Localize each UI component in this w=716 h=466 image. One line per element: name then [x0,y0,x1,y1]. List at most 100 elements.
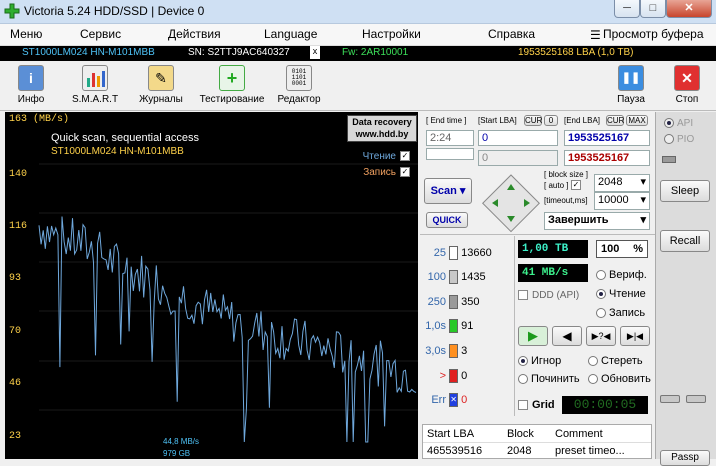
start-lba-field-2[interactable]: 0 [478,150,558,166]
auto-checkbox[interactable]: ✓ [571,180,581,190]
direction-pad[interactable] [480,172,542,234]
menu-buffer-view[interactable]: Просмотр буфера [603,27,704,41]
pio-radio[interactable] [664,134,674,145]
stop-button[interactable]: ✕ Стоп [656,65,716,109]
api-radio[interactable] [664,118,674,129]
y-tick-label: 140 [9,169,28,180]
end-lba-field-2[interactable]: 1953525167 [564,150,650,166]
logs-button[interactable]: ✎ Журналы [130,65,192,109]
action-fix[interactable]: Починить [518,373,580,385]
pio-option[interactable]: PIO [664,134,694,145]
menu-help[interactable]: Справка [488,27,535,41]
info-icon: i [18,65,44,91]
action-ignore-label: Игнор [531,355,562,367]
mode-verify[interactable]: Вериф. [596,269,647,281]
y-tick-label: 93 [9,273,22,284]
table-row[interactable]: 465539516 2048 preset timeo... [423,442,651,457]
action-refresh-radio[interactable] [588,374,598,385]
action-erase-radio[interactable] [588,356,598,367]
action-ignore[interactable]: Игнор [518,355,561,367]
device-serial: SN: S2TTJ9AC640327 [188,47,290,58]
block-stat-swatch [449,344,459,358]
mode-write-radio[interactable] [596,308,606,319]
close-button[interactable]: ✕ [666,0,712,18]
action-ignore-radio[interactable] [518,356,528,367]
legend-read[interactable]: Чтение ✓ [363,151,410,162]
y-tick-label: 70 [9,326,22,337]
legend-write[interactable]: Запись ✓ [363,167,410,178]
timeout-label: [timeout,ms] [544,196,588,205]
block-stat-25: 25 13660 [422,246,512,266]
recall-button[interactable]: Recall [660,230,710,252]
quick-button[interactable]: QUICK [426,212,468,228]
end-lba-field[interactable]: 1953525167 [564,130,650,146]
block-stat-1s: 1,0s 91 [422,319,512,339]
block-size-select[interactable]: 2048 ▾ [594,174,650,192]
legend-write-label: Запись [363,167,396,178]
end-time-label: [ End time ] [426,116,467,125]
end-time-progress [426,148,474,160]
grid-toggle[interactable]: Grid [518,399,555,411]
menu-service[interactable]: Сервис [80,27,121,41]
mode-write[interactable]: Запись [596,307,645,319]
start-lba-cur-button[interactable]: CUR [524,115,542,126]
skip-end-button[interactable]: ▶|◀ [620,326,650,346]
block-stat-count: 91 [461,319,474,332]
rewind-button[interactable]: ◀ [552,326,582,346]
stop-icon: ✕ [674,65,700,91]
passport-button[interactable]: Passp [660,450,710,466]
ddd-api-option[interactable]: DDD (API) [518,290,579,301]
action-fix-radio[interactable] [518,374,528,385]
play-button[interactable]: ▶ [518,326,548,346]
block-stat-err: Err ✕ 0 [422,393,512,413]
scan-dropdown-button[interactable]: Scan ▾ [424,178,472,204]
api-option[interactable]: API [664,118,693,129]
testing-button[interactable]: + Тестирование [198,65,266,109]
end-time-field[interactable]: 2:24 [426,130,474,146]
editor-button[interactable]: 0101 1101 0001 Редактор [268,65,330,109]
legend-write-checkbox[interactable]: ✓ [400,167,410,178]
pause-button[interactable]: ❚❚ Пауза [600,65,662,109]
editor-label: Редактор [277,94,321,105]
end-lba-max-button[interactable]: MAX [626,115,648,126]
test-icon: + [219,65,245,91]
chevron-down-icon: ▾ [640,176,646,188]
cursor-speed: 44,8 MB/s [163,437,200,446]
action-refresh[interactable]: Обновить [588,373,651,385]
block-stat-count: 3 [461,344,468,357]
indicator-left [660,395,680,403]
mode-read-radio[interactable] [596,289,606,300]
info-button[interactable]: i Инфо [0,65,62,109]
cursor-position: 979 GB [163,449,191,458]
scan-control-panel: [ End time ] 2:24 [Start LBA] CUR 0 0 0 … [420,112,655,459]
mode-read[interactable]: Чтение [596,288,646,300]
legend-read-checkbox[interactable]: ✓ [400,151,410,162]
menu-actions[interactable]: Действия [168,27,221,41]
info-label: Инфо [17,94,45,105]
close-device-button[interactable]: x [310,46,320,59]
menu-main[interactable]: Меню [10,27,42,41]
timeout-select[interactable]: 10000 ▾ [594,192,650,210]
smart-button[interactable]: S.M.A.R.T [64,65,126,109]
menu-settings[interactable]: Настройки [362,27,421,41]
mode-verify-radio[interactable] [596,270,606,281]
error-x-icon: ✕ [449,393,459,407]
device-lba: 1953525168 LBA (1,0 TB) [518,47,634,58]
sleep-button[interactable]: Sleep [660,180,710,202]
end-lba-cur-button[interactable]: CUR [606,115,624,126]
block-stat-swatch [449,295,459,309]
start-lba-field[interactable]: 0 [478,130,558,146]
ddd-api-checkbox[interactable] [518,290,528,301]
minimize-button[interactable]: ─ [614,0,640,18]
skip-back-button[interactable]: ▶?◀ [586,326,616,346]
menu-language[interactable]: Language [264,27,317,41]
device-model: ST1000LM024 HN-M101MBB [22,47,155,58]
start-lba-zero-button[interactable]: 0 [544,115,558,126]
block-stat-count: 350 [461,295,480,308]
block-stat-label: 3,0s [425,344,446,357]
action-erase[interactable]: Стереть [588,355,643,367]
grid-checkbox[interactable] [518,400,528,411]
finish-action-select[interactable]: Завершить ▾ [544,212,650,230]
maximize-button[interactable]: □ [640,0,666,18]
mode-verify-label: Вериф. [609,269,647,281]
